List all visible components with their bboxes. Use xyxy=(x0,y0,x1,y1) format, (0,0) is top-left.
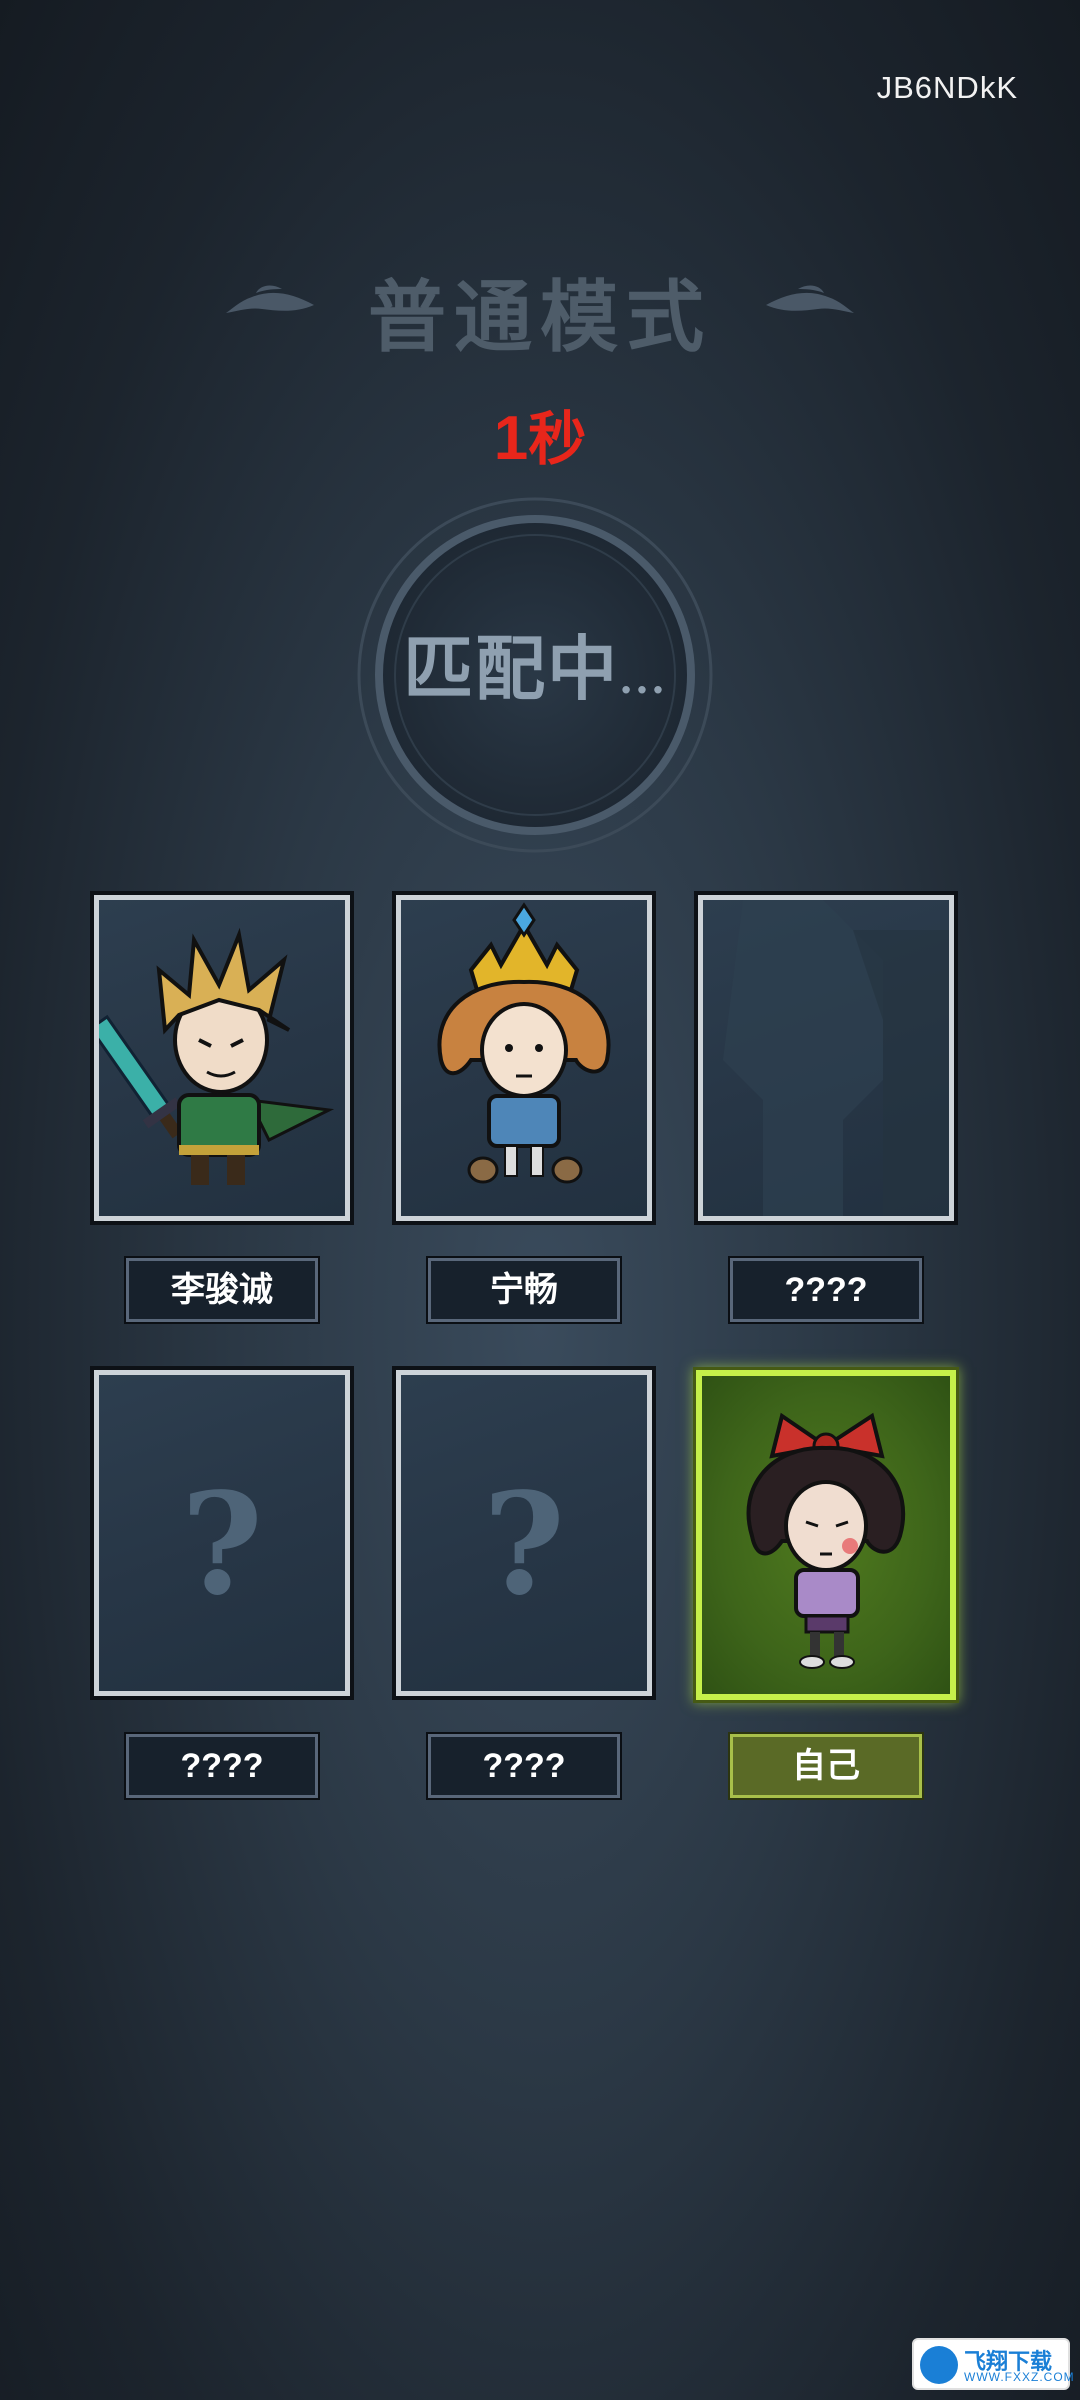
player-slot-2 xyxy=(392,891,656,1225)
watermark-subtitle: WWW.FXXZ.COM xyxy=(964,2370,1075,2384)
player-name-1: 李骏诚 xyxy=(124,1256,320,1324)
player-name-4: ???? xyxy=(124,1732,320,1800)
unknown-player-icon: ? xyxy=(482,1463,566,1627)
matching-status: 匹配中... xyxy=(355,613,715,714)
player-slot-5: ? xyxy=(392,1366,656,1700)
player-name-2: 宁畅 xyxy=(426,1256,622,1324)
countdown-timer: 1秒 xyxy=(0,392,1080,476)
player-slot-self xyxy=(693,1367,959,1703)
timer-value: 1 xyxy=(493,404,529,473)
unknown-player-icon: ? xyxy=(180,1463,264,1627)
matching-dial: 匹配中... xyxy=(355,495,715,855)
watermark-logo-icon xyxy=(920,2346,958,2384)
player-name-3: ???? xyxy=(728,1256,924,1324)
player-slot-3 xyxy=(694,891,958,1225)
mode-title: 普通模式 xyxy=(367,272,712,363)
crowned-character-icon xyxy=(437,902,611,1184)
player-name-5: ???? xyxy=(426,1732,622,1800)
watermark-badge: 飞翔下载 WWW.FXXZ.COM xyxy=(912,2338,1074,2390)
silhouette-icon xyxy=(723,900,949,1216)
player-name-self: 自己 xyxy=(728,1732,924,1800)
player-slot-1 xyxy=(90,891,354,1225)
wilson-character-icon xyxy=(99,927,335,1185)
matching-status-text: 匹配中 xyxy=(403,627,620,710)
right-flourish-icon xyxy=(766,285,854,313)
matching-status-dots: ... xyxy=(619,656,667,703)
self-character-icon xyxy=(746,1412,906,1669)
room-code: JB6NDkK xyxy=(876,70,1018,105)
timer-unit: 秒 xyxy=(528,407,587,472)
player-slot-4: ? xyxy=(90,1366,354,1700)
mode-title-header: 普通模式 xyxy=(0,255,1080,365)
